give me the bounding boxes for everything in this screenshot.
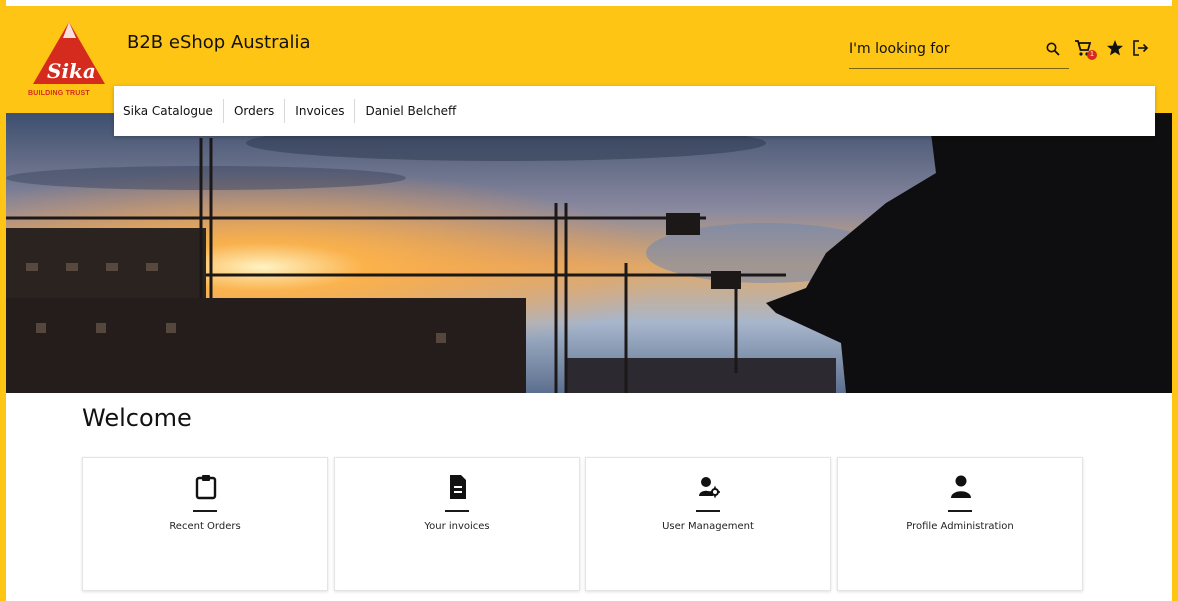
hero-banner	[6, 113, 1172, 393]
person-icon	[951, 475, 971, 498]
main-nav: Sika Catalogue Orders Invoices Daniel Be…	[114, 86, 1155, 136]
logout-icon	[1133, 40, 1149, 56]
tile-profile-administration[interactable]: Profile Administration	[837, 457, 1083, 591]
tile-your-invoices[interactable]: Your invoices	[334, 457, 580, 591]
search-icon	[1046, 42, 1060, 56]
tile-divider	[948, 510, 972, 512]
logout-button[interactable]	[1132, 39, 1154, 61]
document-icon	[450, 475, 466, 499]
tile-label: User Management	[662, 521, 754, 532]
clipboard-icon	[195, 475, 217, 500]
right-frame-border	[1172, 0, 1178, 601]
cart-count-badge: 1	[1087, 50, 1097, 60]
logo-wordmark: Sika	[47, 59, 96, 83]
nav-item-orders[interactable]: Orders	[224, 99, 286, 123]
user-settings-icon	[699, 477, 720, 498]
search-box	[849, 34, 1069, 69]
nav-item-sika-catalogue[interactable]: Sika Catalogue	[114, 99, 224, 123]
tile-label: Recent Orders	[169, 521, 241, 532]
site-title[interactable]: B2B eShop Australia	[127, 32, 311, 53]
cart-button[interactable]: 1	[1074, 39, 1097, 61]
tile-divider	[193, 510, 217, 512]
tile-divider	[445, 510, 469, 512]
brand-tagline: BUILDING TRUST	[28, 90, 90, 97]
favorites-star-icon	[1107, 40, 1123, 56]
favorites-button[interactable]	[1106, 39, 1128, 61]
nav-item-invoices[interactable]: Invoices	[285, 99, 356, 123]
tile-user-management[interactable]: User Management	[585, 457, 831, 591]
construction-sunset-image	[6, 113, 1172, 393]
tile-label: Your invoices	[424, 521, 490, 532]
search-button[interactable]	[1043, 40, 1063, 60]
nav-item-user-account[interactable]: Daniel Belcheff	[355, 99, 466, 123]
search-input[interactable]	[849, 34, 1039, 64]
tile-recent-orders[interactable]: Recent Orders	[82, 457, 328, 591]
app-window: Sika BUILDING TRUST B2B eShop Australia …	[0, 0, 1178, 601]
tile-divider	[696, 510, 720, 512]
tile-label: Profile Administration	[906, 521, 1014, 532]
welcome-heading: Welcome	[82, 404, 192, 432]
